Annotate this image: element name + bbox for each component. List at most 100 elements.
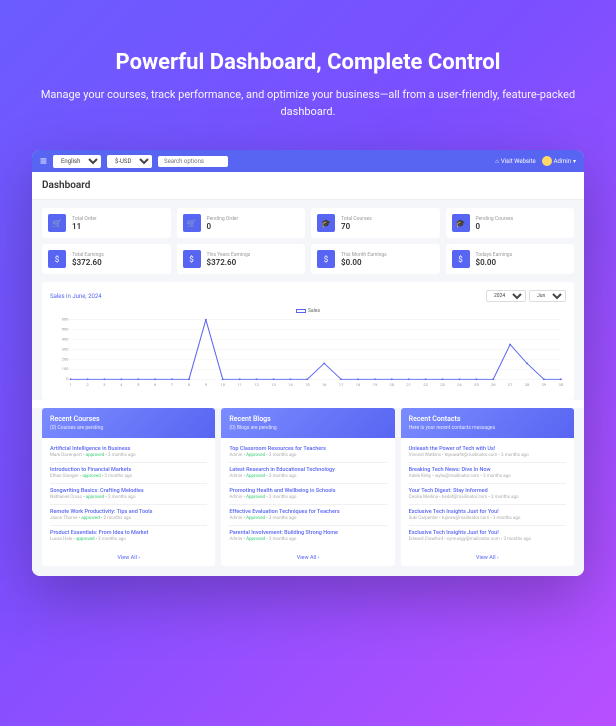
svg-text:26: 26 (491, 383, 496, 388)
stat-card: $This Month Earnings$0.00 (311, 244, 440, 274)
svg-text:19: 19 (373, 383, 378, 388)
svg-text:400: 400 (62, 337, 69, 342)
stat-card: $Total Earnings$372.60 (42, 244, 171, 274)
svg-text:7: 7 (171, 383, 173, 388)
svg-text:4: 4 (120, 383, 123, 388)
svg-text:2: 2 (86, 383, 88, 388)
item-title: Exclusive Tech Insights Just for You! (409, 530, 566, 536)
item-title: Latest Research in Educational Technolog… (229, 467, 386, 473)
svg-text:30: 30 (559, 383, 564, 388)
stat-card: 🎓Pending Courses0 (446, 208, 575, 238)
item-title: Exclusive Tech Insights Just for You! (409, 509, 566, 515)
panel-header: Recent ContactsHere is your recent conta… (401, 408, 574, 438)
view-all-link[interactable]: View All › (401, 550, 574, 566)
list-item[interactable]: Exclusive Tech Insights Just for You!Edw… (409, 526, 566, 546)
page-title: Dashboard (32, 172, 584, 200)
panel-title: Recent Blogs (229, 415, 386, 423)
sales-chart: Sales in June, 2024 2024 Jun Sales 01002… (42, 282, 574, 400)
list-item[interactable]: Product Essentials: From Idea to MarketL… (50, 526, 207, 546)
svg-text:25: 25 (474, 383, 479, 388)
svg-text:600: 600 (62, 318, 69, 322)
menu-icon[interactable]: ≡ (40, 154, 47, 168)
item-title: Remote Work Productivity: Tips and Tools (50, 509, 207, 515)
search-input[interactable] (158, 156, 228, 167)
list-item[interactable]: Unleash the Power of Tech with Us!Vincen… (409, 442, 566, 463)
stat-label: Pending Order (207, 216, 239, 222)
item-meta: Admin • Approved • 3 months ago (229, 453, 386, 458)
chart-month-select[interactable]: Jun (529, 290, 566, 302)
currency-select[interactable]: $-USD (107, 155, 152, 168)
stat-value: $0.00 (476, 258, 513, 267)
list-item[interactable]: Top Classroom Resources for TeachersAdmi… (229, 442, 386, 463)
chevron-right-icon: › (318, 555, 320, 561)
item-title: Promoting Health and Wellbeing in School… (229, 488, 386, 494)
stat-value: 0 (207, 222, 239, 231)
item-meta: Nathaniel Cross • approved • 2 months ag… (50, 495, 207, 500)
avatar (542, 156, 552, 166)
home-icon: ⌂ (495, 158, 499, 165)
item-title: Product Essentials: From Idea to Market (50, 530, 207, 536)
stat-value: $372.60 (207, 258, 251, 267)
svg-text:22: 22 (423, 383, 428, 388)
chevron-right-icon: › (497, 555, 499, 561)
list-item[interactable]: Remote Work Productivity: Tips and Tools… (50, 505, 207, 526)
svg-text:6: 6 (154, 383, 156, 388)
list-item[interactable]: Introduction to Financial MarketsEthan G… (50, 463, 207, 484)
item-title: Top Classroom Resources for Teachers (229, 446, 386, 452)
svg-text:28: 28 (525, 383, 530, 388)
svg-text:12: 12 (254, 383, 259, 388)
item-meta: Lucas Hale • approved • 2 months ago (50, 537, 207, 542)
panel-title: Recent Courses (50, 415, 207, 423)
panel-header: Recent Courses(0) Courses are pending (42, 408, 215, 438)
svg-text:20: 20 (389, 383, 394, 388)
user-menu[interactable]: Admin▾ (542, 156, 576, 166)
item-meta: Cecilia Medina • bedaf@mailinator.com • … (409, 495, 566, 500)
stat-label: Total Order (72, 216, 97, 222)
item-meta: Suki Carpenter • tujowu@mailinator.com •… (409, 516, 566, 521)
stat-icon: $ (452, 250, 470, 268)
topbar: ≡ English $-USD ⌂Visit Website Admin▾ (32, 150, 584, 172)
svg-text:13: 13 (271, 383, 276, 388)
item-title: Introduction to Financial Markets (50, 467, 207, 473)
svg-text:17: 17 (339, 383, 344, 388)
list-item[interactable]: Exclusive Tech Insights Just for You!Suk… (409, 505, 566, 526)
item-title: Artificial Intelligence in Business (50, 446, 207, 452)
stat-card: 🛒Total Order11 (42, 208, 171, 238)
list-item[interactable]: Parental Involvement: Building Strong Ho… (229, 526, 386, 546)
item-meta: Admin • Approved • 3 months ago (229, 495, 386, 500)
item-meta: Adele Kirby • wyhu@mailinator.com • 3 mo… (409, 474, 566, 479)
list-item[interactable]: Songwriting Basics: Crafting MelodiesNat… (50, 484, 207, 505)
hero-subtitle: Manage your courses, track performance, … (40, 87, 576, 120)
list-item[interactable]: Breaking Tech News: Dive In NowAdele Kir… (409, 463, 566, 484)
stat-label: Todays Earnings (476, 252, 513, 258)
svg-text:11: 11 (237, 383, 242, 388)
view-all-link[interactable]: View All › (221, 550, 394, 566)
item-meta: Mark Davenport • approved • 2 months ago (50, 453, 207, 458)
list-item[interactable]: Effective Evaluation Techniques for Teac… (229, 505, 386, 526)
stat-icon: 🎓 (317, 214, 335, 232)
svg-text:15: 15 (305, 383, 310, 388)
svg-text:1: 1 (69, 383, 71, 388)
item-title: Parental Involvement: Building Strong Ho… (229, 530, 386, 536)
view-all-link[interactable]: View All › (42, 550, 215, 566)
svg-text:9: 9 (205, 383, 207, 388)
svg-text:5: 5 (137, 383, 139, 388)
list-item[interactable]: Your Tech Digest: Stay InformedCecilia M… (409, 484, 566, 505)
stat-icon: 🎓 (452, 214, 470, 232)
list-item[interactable]: Artificial Intelligence in BusinessMark … (50, 442, 207, 463)
chart-legend: Sales (50, 308, 566, 314)
panel-header: Recent Blogs(0) Blogs are pending (221, 408, 394, 438)
svg-text:29: 29 (542, 383, 547, 388)
stat-card: $ Todays Earnings$0.00 (446, 244, 575, 274)
svg-text:300: 300 (62, 347, 69, 352)
language-select[interactable]: English (53, 155, 101, 168)
stat-value: $372.60 (72, 258, 104, 267)
list-item[interactable]: Promoting Health and Wellbeing in School… (229, 484, 386, 505)
list-item[interactable]: Latest Research in Educational Technolog… (229, 463, 386, 484)
svg-text:0: 0 (66, 376, 68, 381)
svg-text:21: 21 (406, 383, 411, 388)
visit-website-link[interactable]: ⌂Visit Website (495, 158, 535, 165)
svg-text:200: 200 (62, 357, 69, 362)
panel: Recent Courses(0) Courses are pending Art… (42, 408, 215, 566)
chart-year-select[interactable]: 2024 (486, 290, 526, 302)
